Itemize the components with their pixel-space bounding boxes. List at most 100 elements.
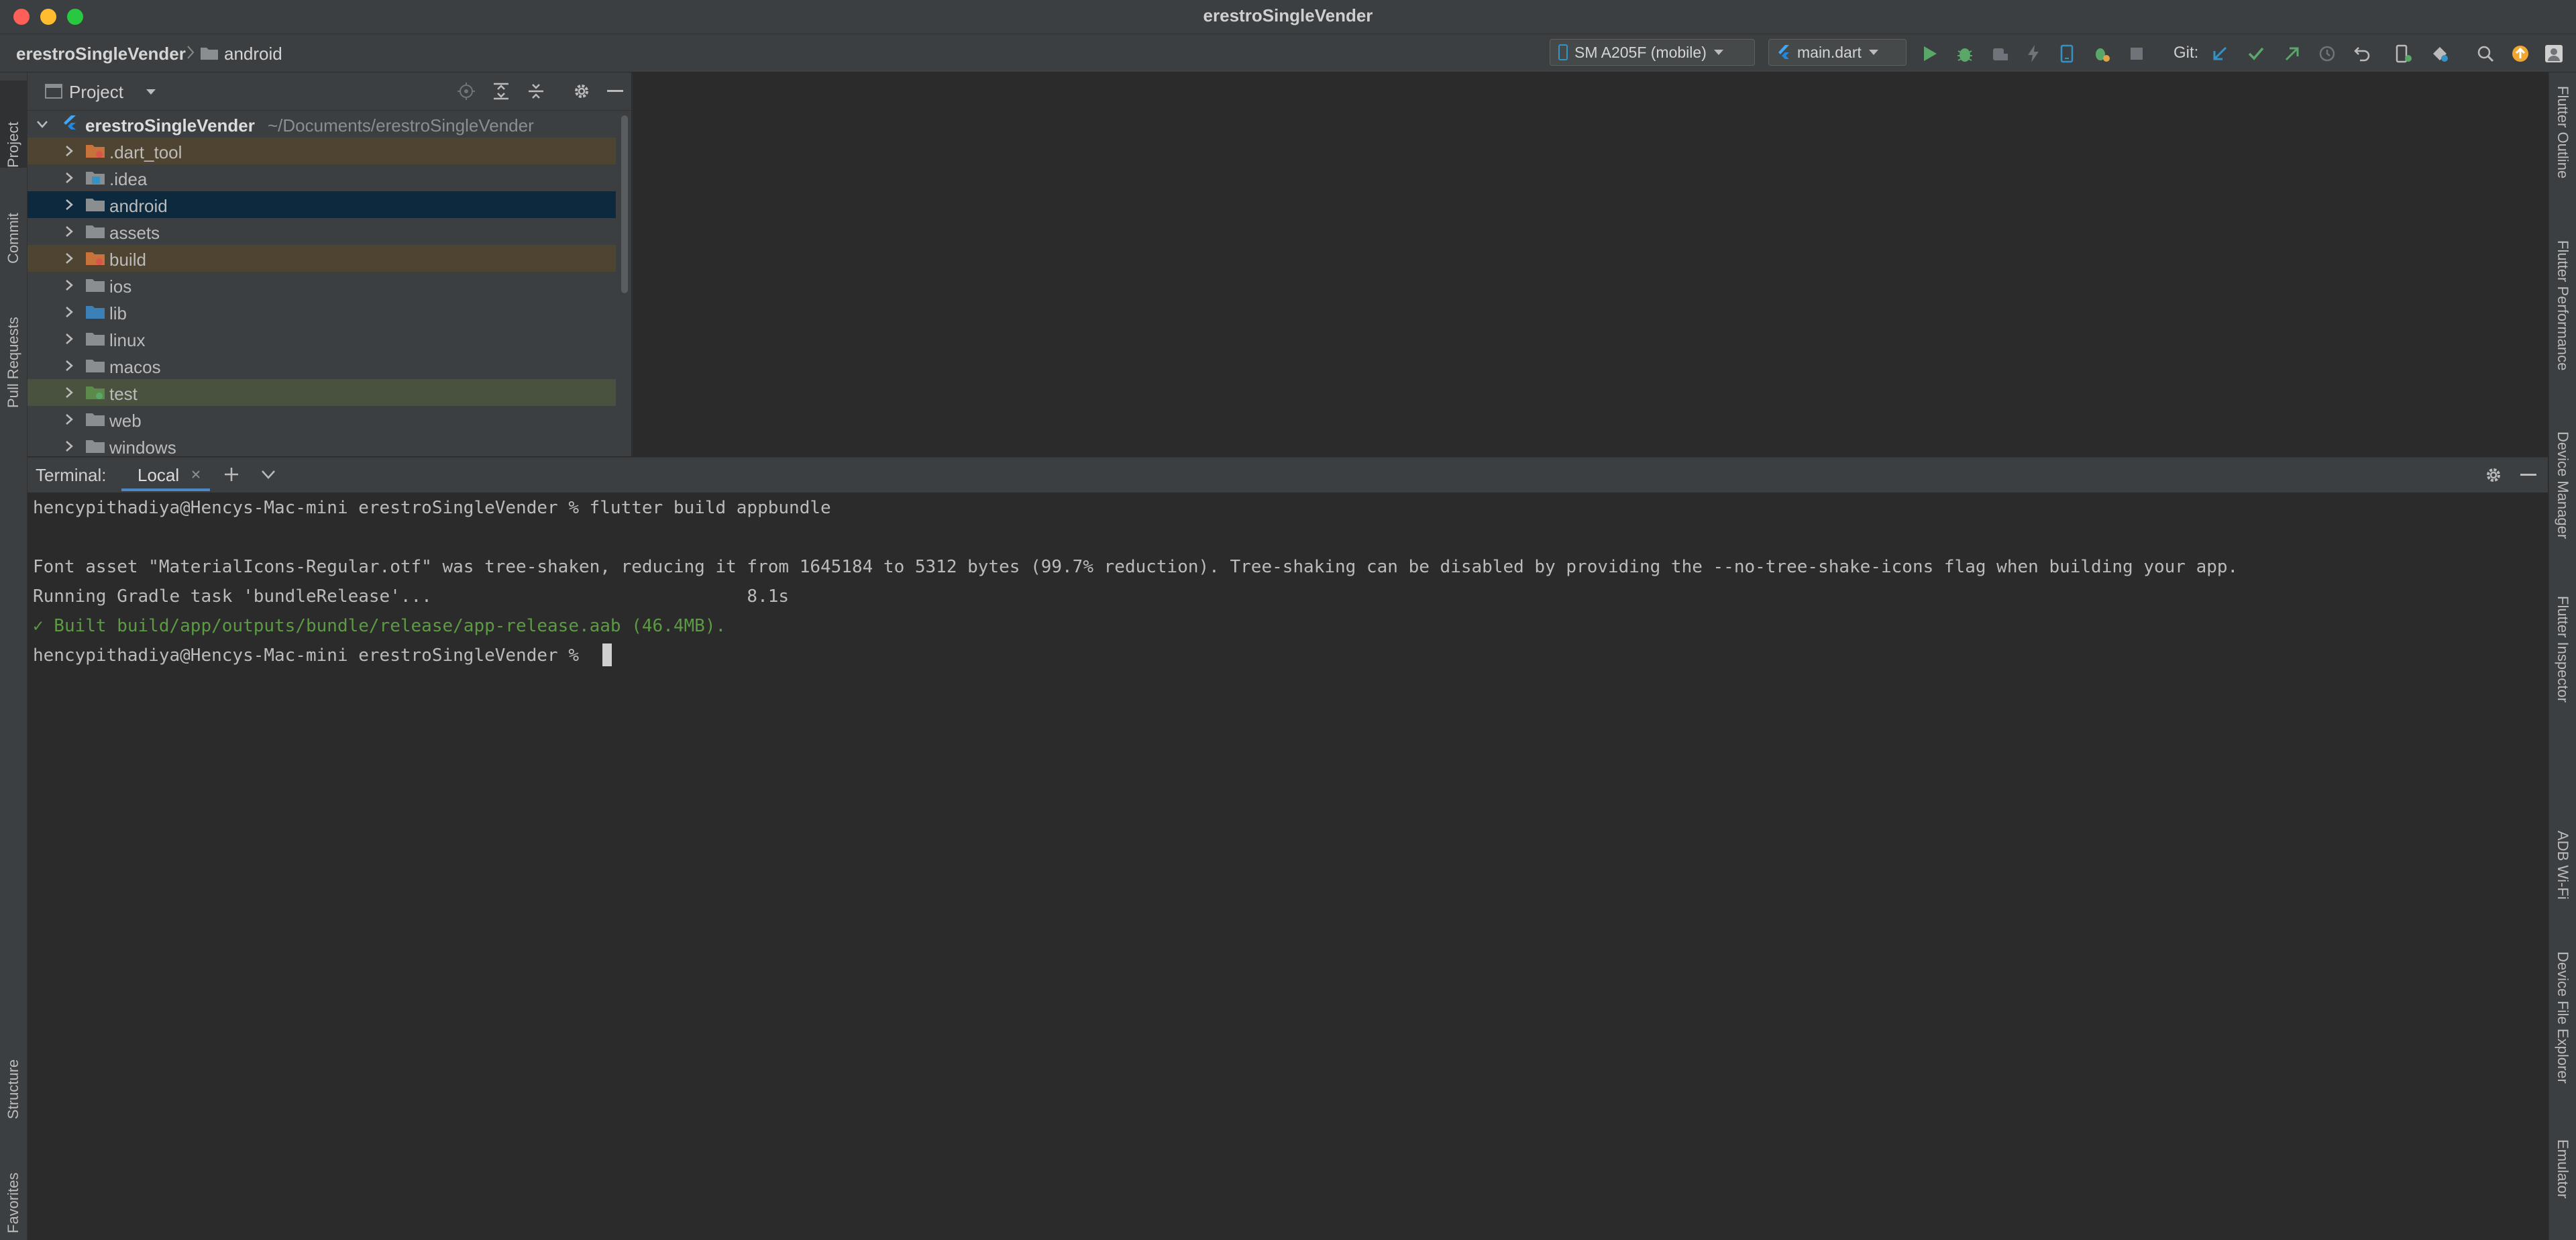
- chevron-right-icon[interactable]: [62, 144, 76, 158]
- chevron-right-icon[interactable]: [62, 332, 76, 346]
- device-mirror-icon[interactable]: [2055, 42, 2078, 65]
- dropdown-arrow-icon[interactable]: [146, 89, 156, 95]
- tool-tab-pull-requests[interactable]: Pull Requests: [0, 274, 27, 408]
- expand-all-icon[interactable]: [492, 82, 511, 101]
- tree-item-dart-tool[interactable]: .dart_tool: [28, 138, 616, 164]
- rollback-icon[interactable]: [2351, 42, 2373, 65]
- tree-item-macos[interactable]: macos: [28, 352, 616, 379]
- terminal-tab-local[interactable]: Local: [121, 458, 210, 491]
- tool-tab-label: Flutter Inspector: [2555, 596, 2571, 703]
- tree-item-label: build: [109, 250, 146, 270]
- terminal-header: Terminal: Local: [28, 457, 2548, 493]
- minimize-panel-icon[interactable]: [607, 90, 623, 93]
- run-icon[interactable]: [1919, 42, 1941, 65]
- new-tab-plus-icon[interactable]: [223, 466, 239, 482]
- chevron-right-icon[interactable]: [62, 305, 76, 319]
- hot-reload-icon[interactable]: [2022, 42, 2045, 65]
- dropdown-arrow-icon: [1713, 49, 1724, 56]
- run-config-selector[interactable]: main.dart: [1768, 39, 1907, 66]
- avd-manager-icon[interactable]: [2392, 42, 2415, 65]
- editor-area[interactable]: [632, 72, 2548, 456]
- tool-tab-device-manager[interactable]: Device Manager: [2549, 431, 2576, 579]
- tree-item-label: web: [109, 411, 142, 431]
- tab-list-chevron-down-icon[interactable]: [261, 470, 276, 479]
- tool-tab-structure[interactable]: Structure: [0, 1025, 27, 1119]
- tool-tab-device-file-explorer[interactable]: Device File Explorer: [2549, 951, 2576, 1126]
- git-push-icon[interactable]: [2281, 42, 2304, 65]
- collapse-all-icon[interactable]: [527, 82, 545, 101]
- tree-item-label: lib: [109, 303, 127, 323]
- locate-icon[interactable]: [457, 82, 476, 101]
- project-tree-scrollbar[interactable]: [621, 115, 628, 293]
- tool-tab-adb-wifi[interactable]: ADB Wi-Fi: [2549, 831, 2576, 938]
- chevron-right-icon[interactable]: [62, 413, 76, 426]
- tree-item-label: linux: [109, 330, 146, 350]
- tree-item-build[interactable]: build: [28, 245, 616, 272]
- chevron-right-icon[interactable]: [62, 198, 76, 211]
- folder-icon: [86, 279, 105, 292]
- tree-item-label: test: [109, 384, 138, 404]
- minimize-terminal-icon[interactable]: [2520, 474, 2536, 476]
- close-tab-icon[interactable]: [191, 470, 201, 479]
- tree-item-label: assets: [109, 223, 160, 243]
- tool-tab-flutter-outline[interactable]: Flutter Outline: [2549, 86, 2576, 220]
- chevron-right-icon[interactable]: [62, 440, 76, 453]
- chevron-right-icon[interactable]: [62, 386, 76, 399]
- folder-icon: [86, 172, 105, 185]
- git-commit-icon[interactable]: [2245, 42, 2267, 65]
- terminal-cursor: [602, 643, 612, 666]
- tool-tab-emulator[interactable]: Emulator: [2549, 1139, 2576, 1240]
- debug-icon[interactable]: [1953, 42, 1976, 65]
- tree-item-linux[interactable]: linux: [28, 325, 616, 352]
- tool-tab-label: Pull Requests: [5, 317, 21, 408]
- stop-icon[interactable]: [2125, 42, 2148, 65]
- device-selector[interactable]: SM A205F (mobile): [1550, 39, 1755, 66]
- update-available-icon[interactable]: [2509, 42, 2532, 65]
- tree-item-windows[interactable]: windows: [28, 433, 616, 456]
- tree-item-android[interactable]: android: [28, 191, 616, 218]
- tree-item-lib[interactable]: lib: [28, 299, 616, 325]
- terminal-settings-gear-icon[interactable]: [2484, 466, 2503, 484]
- tree-item-test[interactable]: test: [28, 379, 616, 406]
- attach-debugger-icon[interactable]: [1988, 42, 2011, 65]
- terminal-output[interactable]: hencypithadiya@Hencys-Mac-mini erestroSi…: [28, 493, 2548, 1240]
- tool-tab-project[interactable]: Project: [0, 81, 27, 168]
- phone-icon: [1558, 44, 1568, 60]
- tool-tab-label: Project: [5, 121, 21, 168]
- project-root-row[interactable]: erestroSingleVender ~/Documents/erestroS…: [28, 111, 616, 138]
- tool-tab-label: Flutter Outline: [2555, 86, 2571, 179]
- tool-tab-flutter-inspector[interactable]: Flutter Inspector: [2549, 596, 2576, 750]
- breadcrumb-project[interactable]: erestroSingleVender: [16, 44, 186, 64]
- git-update-icon[interactable]: [2208, 42, 2231, 65]
- tree-item-ios[interactable]: ios: [28, 272, 616, 299]
- profile-icon[interactable]: [2090, 42, 2113, 65]
- chevron-right-icon: [186, 45, 195, 60]
- search-icon[interactable]: [2474, 42, 2497, 65]
- account-icon[interactable]: [2542, 42, 2565, 65]
- chevron-right-icon[interactable]: [62, 171, 76, 185]
- project-view-title[interactable]: Project: [69, 82, 123, 103]
- chevron-right-icon[interactable]: [62, 278, 76, 292]
- history-icon[interactable]: [2316, 42, 2339, 65]
- window-title: erestroSingleVender: [1203, 5, 1373, 25]
- tree-item-idea[interactable]: .idea: [28, 164, 616, 191]
- tool-tab-commit[interactable]: Commit: [0, 176, 27, 264]
- tool-tab-flutter-performance[interactable]: Flutter Performance: [2549, 240, 2576, 408]
- folder-icon: [86, 306, 105, 319]
- sdk-manager-icon[interactable]: [2428, 42, 2451, 65]
- chevron-right-icon[interactable]: [62, 359, 76, 372]
- chevron-right-icon[interactable]: [62, 225, 76, 238]
- project-panel-header: Project: [28, 72, 631, 111]
- breadcrumb-folder[interactable]: android: [224, 44, 282, 64]
- device-name: SM A205F (mobile): [1574, 43, 1707, 61]
- tool-tab-label: Favorites: [5, 1172, 21, 1233]
- tree-item-web[interactable]: web: [28, 406, 616, 433]
- tool-tab-label: Emulator: [2555, 1139, 2571, 1199]
- tree-item-assets[interactable]: assets: [28, 218, 616, 245]
- tool-tab-label: Device Manager: [2555, 431, 2571, 539]
- project-view-icon: [45, 84, 62, 99]
- tool-tab-favorites[interactable]: Favorites: [0, 1133, 27, 1233]
- settings-gear-icon[interactable]: [572, 82, 591, 101]
- folder-icon: [86, 386, 105, 399]
- chevron-right-icon[interactable]: [62, 252, 76, 265]
